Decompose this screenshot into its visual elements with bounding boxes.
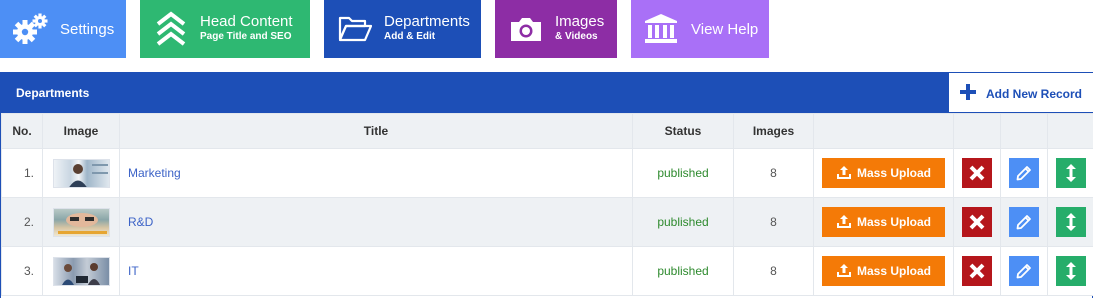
images-tile[interactable]: Images & Videos [495, 0, 617, 58]
close-icon [969, 165, 985, 181]
mass-upload-label: Mass Upload [856, 215, 931, 229]
chevrons-up-icon [152, 0, 190, 58]
mass-upload-button[interactable]: Mass Upload [822, 158, 945, 188]
departments-label: Departments [384, 13, 470, 30]
images-count: 8 [733, 148, 814, 198]
column-header-empty [1000, 113, 1048, 149]
column-header-empty [953, 113, 1001, 149]
table-row: 3. IT published 8 Mass Upload [1, 246, 1093, 296]
departments-sublabel: Add & Edit [384, 31, 436, 42]
reorder-button[interactable] [1056, 256, 1086, 286]
column-header-no: No. [1, 113, 43, 149]
folder-open-icon [338, 0, 372, 58]
status-text: published [632, 197, 734, 247]
department-title-link[interactable]: Marketing [119, 148, 633, 198]
panel-title: Departments [16, 86, 90, 100]
close-icon [969, 263, 985, 279]
head-content-tile[interactable]: Head Content Page Title and SEO [140, 0, 310, 58]
column-header-empty [1047, 113, 1093, 149]
panel-header: Departments Add New Record [1, 72, 1093, 113]
department-thumbnail[interactable] [53, 158, 110, 188]
view-help-label: View Help [691, 21, 759, 38]
upload-icon [836, 166, 851, 179]
mass-upload-button[interactable]: Mass Upload [822, 256, 945, 286]
row-number: 2. [1, 197, 43, 247]
delete-button[interactable] [962, 256, 992, 286]
edit-button[interactable] [1009, 158, 1039, 188]
row-number: 1. [1, 148, 43, 198]
camera-icon [509, 0, 543, 58]
column-header-images: Images [733, 113, 814, 149]
images-sublabel: & Videos [555, 31, 598, 42]
status-text: published [632, 148, 734, 198]
arrows-vertical-icon [1066, 262, 1076, 280]
department-thumbnail[interactable] [53, 256, 110, 286]
column-header-empty [813, 113, 954, 149]
department-title-link[interactable]: R&D [119, 197, 633, 247]
department-title-link[interactable]: IT [119, 246, 633, 296]
delete-button[interactable] [962, 207, 992, 237]
view-help-tile[interactable]: View Help [631, 0, 769, 58]
images-count: 8 [733, 246, 814, 296]
plus-icon [960, 84, 976, 105]
settings-tile[interactable]: Settings [0, 0, 126, 58]
bank-building-icon [643, 0, 679, 58]
table-header-row: No. Image Title Status Images [1, 113, 1093, 149]
images-count: 8 [733, 197, 814, 247]
department-thumbnail[interactable] [53, 207, 110, 237]
departments-tile[interactable]: Departments Add & Edit [324, 0, 481, 58]
add-new-record-button[interactable]: Add New Record [948, 72, 1093, 113]
status-text: published [632, 246, 734, 296]
upload-icon [836, 215, 851, 228]
settings-label: Settings [60, 21, 115, 38]
edit-button[interactable] [1009, 256, 1039, 286]
column-header-status: Status [632, 113, 734, 149]
table-row: 2. R&D published 8 Mass Upload [1, 197, 1093, 247]
mass-upload-label: Mass Upload [856, 166, 931, 180]
edit-button[interactable] [1009, 207, 1039, 237]
reorder-button[interactable] [1056, 158, 1086, 188]
arrows-vertical-icon [1066, 164, 1076, 182]
head-content-label: Head Content [200, 13, 293, 30]
departments-table: No. Image Title Status Images 1. Marketi… [1, 113, 1093, 296]
arrows-vertical-icon [1066, 213, 1076, 231]
column-header-image: Image [42, 113, 120, 149]
reorder-button[interactable] [1056, 207, 1086, 237]
close-icon [969, 214, 985, 230]
column-header-title: Title [119, 113, 633, 149]
head-content-sublabel: Page Title and SEO [200, 31, 292, 42]
add-new-record-label: Add New Record [986, 87, 1083, 101]
departments-panel: Departments Add New Record No. Image Tit… [0, 72, 1093, 298]
mass-upload-button[interactable]: Mass Upload [822, 207, 945, 237]
gears-icon [12, 0, 50, 58]
mass-upload-label: Mass Upload [856, 264, 931, 278]
images-label: Images [555, 13, 605, 30]
pencil-icon [1016, 264, 1031, 279]
pencil-icon [1016, 166, 1031, 181]
pencil-icon [1016, 215, 1031, 230]
table-row: 1. Marketing published 8 Mass Upload [1, 148, 1093, 198]
delete-button[interactable] [962, 158, 992, 188]
row-number: 3. [1, 246, 43, 296]
upload-icon [836, 264, 851, 277]
